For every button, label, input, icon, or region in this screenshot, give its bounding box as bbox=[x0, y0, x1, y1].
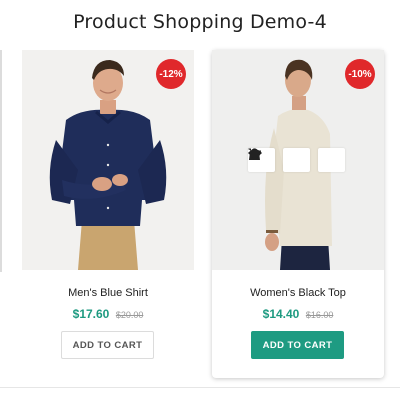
page: Product Shopping Demo-4 -12% Men's Blue … bbox=[0, 0, 400, 400]
old-price: $16.00 bbox=[305, 310, 334, 320]
section-divider bbox=[0, 387, 400, 388]
add-to-bag-button[interactable] bbox=[249, 148, 310, 172]
price-row: $14.40 $16.00 bbox=[212, 305, 384, 323]
product-image[interactable]: -10% bbox=[212, 50, 384, 270]
product-name[interactable]: Men's Blue Shirt bbox=[22, 287, 194, 299]
current-price: $14.40 bbox=[262, 307, 300, 321]
add-to-cart-button[interactable]: ADD TO CART bbox=[251, 331, 344, 359]
cart-icon bbox=[248, 148, 261, 160]
previous-card-edge bbox=[0, 50, 2, 272]
page-title: Product Shopping Demo-4 bbox=[73, 11, 327, 33]
add-to-cart-icon-button[interactable] bbox=[248, 148, 345, 172]
current-price: $17.60 bbox=[72, 307, 110, 321]
product-card[interactable]: -12% Men's Blue Shirt $17.60 $20.00 ADD … bbox=[22, 50, 194, 378]
price-row: $17.60 $20.00 bbox=[22, 305, 194, 323]
product-image[interactable]: -12% bbox=[22, 50, 194, 270]
old-price: $20.00 bbox=[115, 310, 144, 320]
product-name[interactable]: Women's Black Top bbox=[212, 287, 384, 299]
discount-badge: -10% bbox=[345, 59, 375, 89]
add-to-cart-button[interactable]: ADD TO CART bbox=[61, 331, 154, 359]
product-card[interactable]: -10% Women's Black Top $14.40 $16.00 ADD… bbox=[212, 50, 384, 378]
quick-actions bbox=[248, 148, 345, 172]
discount-badge: -12% bbox=[156, 59, 186, 89]
